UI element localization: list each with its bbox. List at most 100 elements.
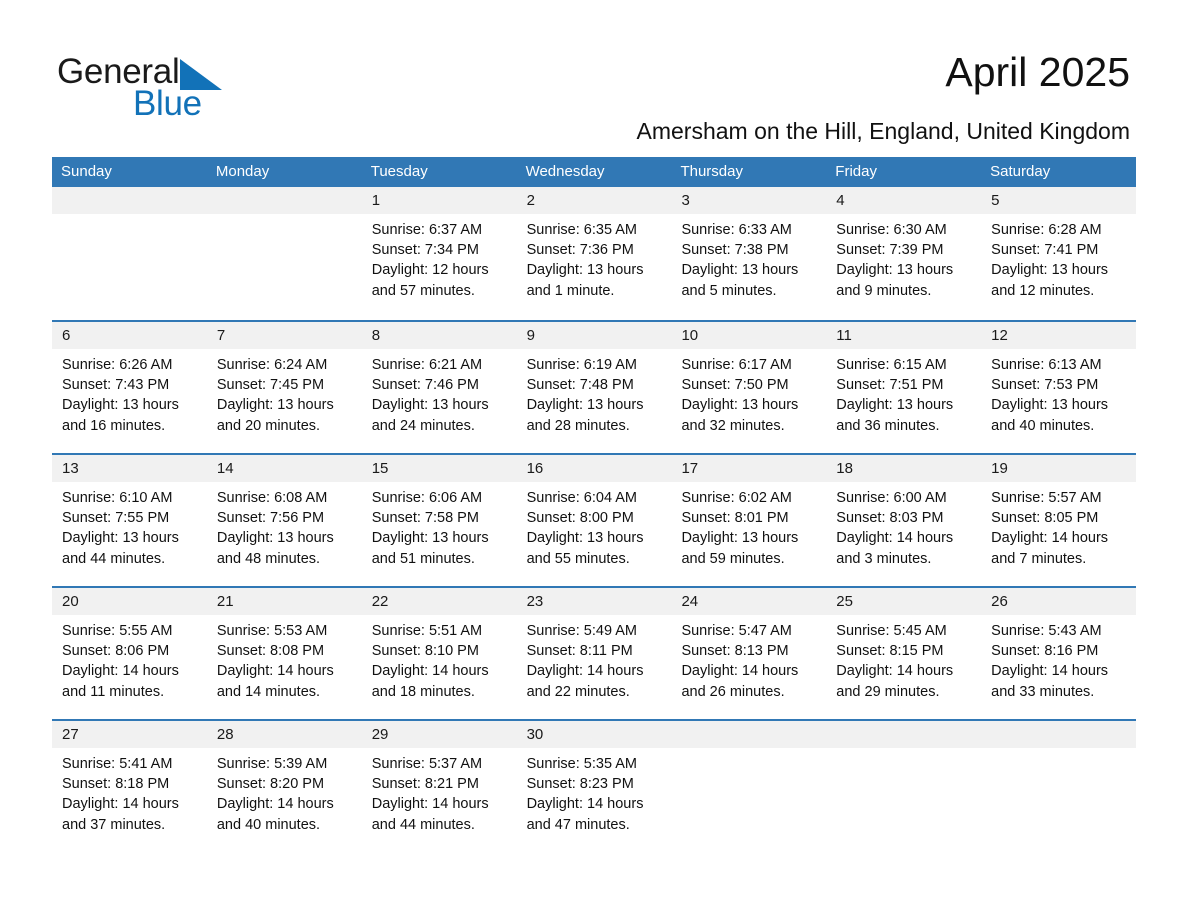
calendar-day-cell[interactable]: 12 Sunrise: 6:13 AM Sunset: 7:53 PM Dayligh… <box>981 322 1137 453</box>
day-number: 4 <box>826 187 982 214</box>
calendar-day-cell[interactable]: 4 Sunrise: 6:30 AM Sunset: 7:39 PM Daylight… <box>826 187 982 320</box>
calendar-day-cell[interactable]: 29 Sunrise: 5:37 AM Sunset: 8:21 PM Dayligh… <box>361 721 517 852</box>
day-number: 27 <box>52 721 207 748</box>
calendar-day-cell[interactable]: 19 Sunrise: 5:57 AM Sunset: 8:05 PM Dayligh… <box>981 455 1137 586</box>
calendar-day-cell[interactable]: 11 Sunrise: 6:15 AM Sunset: 7:51 PM Dayligh… <box>826 322 982 453</box>
daylight-text-line2: and 16 minutes. <box>62 417 166 434</box>
day-details: Sunrise: 5:53 AM Sunset: 8:08 PM Daylight:… <box>207 615 362 702</box>
calendar-day-cell[interactable]: 10 Sunrise: 6:17 AM Sunset: 7:50 PM Dayligh… <box>671 322 827 453</box>
weekday-header-wednesday: Wednesday <box>525 163 605 180</box>
calendar-day-cell[interactable]: 9 Sunrise: 6:19 AM Sunset: 7:48 PM Daylight… <box>516 322 672 453</box>
sunset-text: Sunset: 7:36 PM <box>526 242 634 259</box>
calendar-week-row: 1 Sunrise: 6:37 AM Sunset: 7:34 PM Daylight… <box>52 187 1137 320</box>
calendar-day-cell[interactable]: 16 Sunrise: 6:04 AM Sunset: 8:00 PM Dayligh… <box>516 455 672 586</box>
calendar-day-cell[interactable]: 25 Sunrise: 5:45 AM Sunset: 8:15 PM Dayligh… <box>826 588 982 719</box>
calendar-day-cell[interactable]: 5 Sunrise: 6:28 AM Sunset: 7:41 PM Daylight… <box>981 187 1137 320</box>
daylight-text-line2: and 20 minutes. <box>216 417 321 434</box>
daylight-text-line2: and 18 minutes. <box>371 683 475 700</box>
daylight-text-line2: and 59 minutes. <box>681 550 785 567</box>
sunset-text: Sunset: 7:50 PM <box>681 377 789 394</box>
daylight-text-line2: and 44 minutes. <box>371 816 475 833</box>
day-details: Sunrise: 5:43 AM Sunset: 8:16 PM Daylight:… <box>981 615 1136 702</box>
calendar-day-cell[interactable]: 28 Sunrise: 5:39 AM Sunset: 8:20 PM Dayligh… <box>206 721 362 852</box>
calendar-day-cell[interactable]: 21 Sunrise: 5:53 AM Sunset: 8:08 PM Dayligh… <box>206 588 362 719</box>
daylight-text-line1: Daylight: 13 hours <box>526 262 644 279</box>
sunset-text: Sunset: 8:00 PM <box>526 510 634 527</box>
day-number: 21 <box>206 588 362 615</box>
day-number: 2 <box>516 187 672 214</box>
calendar-day-cell[interactable]: 22 Sunrise: 5:51 AM Sunset: 8:10 PM Dayligh… <box>361 588 517 719</box>
calendar-day-cell[interactable]: 7 Sunrise: 6:24 AM Sunset: 7:45 PM Daylight… <box>206 322 362 453</box>
day-number <box>671 721 827 748</box>
calendar-day-cell-empty <box>671 721 827 852</box>
calendar-day-cell[interactable]: 26 Sunrise: 5:43 AM Sunset: 8:16 PM Dayligh… <box>981 588 1137 719</box>
daylight-text-line2: and 48 minutes. <box>216 550 321 567</box>
weekday-header-monday: Monday <box>215 163 270 180</box>
day-number <box>52 187 207 214</box>
daylight-text-line1: Daylight: 14 hours <box>681 663 799 680</box>
calendar-day-cell[interactable]: 27 Sunrise: 5:41 AM Sunset: 8:18 PM Dayligh… <box>52 721 207 852</box>
day-number: 15 <box>361 455 517 482</box>
sunset-text: Sunset: 8:16 PM <box>991 643 1099 660</box>
day-details: Sunrise: 6:19 AM Sunset: 7:48 PM Daylight:… <box>517 349 672 436</box>
day-details: Sunrise: 6:35 AM Sunset: 7:36 PM Daylight:… <box>517 214 672 301</box>
sunrise-text: Sunrise: 6:06 AM <box>371 490 483 506</box>
day-details: Sunrise: 5:39 AM Sunset: 8:20 PM Daylight:… <box>207 748 362 835</box>
calendar-weeks: 1 Sunrise: 6:37 AM Sunset: 7:34 PM Daylight… <box>52 187 1137 852</box>
sunrise-text: Sunrise: 6:33 AM <box>681 222 792 238</box>
sunrise-text: Sunrise: 6:24 AM <box>216 357 328 373</box>
day-details: Sunrise: 6:28 AM Sunset: 7:41 PM Daylight:… <box>981 214 1136 301</box>
sunset-text: Sunset: 7:53 PM <box>991 377 1099 394</box>
sunrise-text: Sunrise: 6:26 AM <box>62 357 173 373</box>
sunrise-text: Sunrise: 5:47 AM <box>681 623 792 639</box>
day-number: 8 <box>361 322 517 349</box>
daylight-text-line1: Daylight: 14 hours <box>216 663 334 680</box>
day-details: Sunrise: 5:35 AM Sunset: 8:23 PM Daylight:… <box>517 748 672 835</box>
calendar-day-cell[interactable]: 1 Sunrise: 6:37 AM Sunset: 7:34 PM Daylight… <box>361 187 517 320</box>
day-number: 25 <box>826 588 982 615</box>
daylight-text-line1: Daylight: 14 hours <box>216 796 334 813</box>
calendar-week-row: 13 Sunrise: 6:10 AM Sunset: 7:55 PM Dayligh… <box>52 453 1137 586</box>
calendar-day-cell[interactable]: 15 Sunrise: 6:06 AM Sunset: 7:58 PM Dayligh… <box>361 455 517 586</box>
daylight-text-line1: Daylight: 13 hours <box>836 397 954 414</box>
sunset-text: Sunset: 8:05 PM <box>991 510 1099 527</box>
calendar-day-cell[interactable]: 18 Sunrise: 6:00 AM Sunset: 8:03 PM Dayligh… <box>826 455 982 586</box>
calendar-day-cell[interactable]: 30 Sunrise: 5:35 AM Sunset: 8:23 PM Dayligh… <box>516 721 672 852</box>
sunrise-text: Sunrise: 5:35 AM <box>526 756 637 772</box>
sunrise-text: Sunrise: 6:00 AM <box>836 490 947 506</box>
sunrise-text: Sunrise: 5:41 AM <box>62 756 173 772</box>
sunrise-text: Sunrise: 5:49 AM <box>526 623 637 639</box>
day-number: 1 <box>361 187 517 214</box>
calendar-day-cell[interactable]: 23 Sunrise: 5:49 AM Sunset: 8:11 PM Dayligh… <box>516 588 672 719</box>
calendar-day-cell[interactable]: 20 Sunrise: 5:55 AM Sunset: 8:06 PM Dayligh… <box>52 588 207 719</box>
day-details: Sunrise: 5:37 AM Sunset: 8:21 PM Daylight:… <box>362 748 517 835</box>
calendar-day-cell[interactable]: 6 Sunrise: 6:26 AM Sunset: 7:43 PM Daylight… <box>52 322 207 453</box>
daylight-text-line2: and 55 minutes. <box>526 550 630 567</box>
calendar-day-cell[interactable]: 17 Sunrise: 6:02 AM Sunset: 8:01 PM Dayligh… <box>671 455 827 586</box>
general-blue-logo[interactable]: General Blue <box>57 52 317 124</box>
daylight-text-line2: and 22 minutes. <box>526 683 630 700</box>
day-details: Sunrise: 6:21 AM Sunset: 7:46 PM Daylight:… <box>362 349 517 436</box>
sunrise-text: Sunrise: 6:02 AM <box>681 490 792 506</box>
weekday-header-thursday: Thursday <box>680 163 743 180</box>
day-details: Sunrise: 6:17 AM Sunset: 7:50 PM Daylight:… <box>671 349 826 436</box>
day-number: 14 <box>206 455 362 482</box>
weekday-header-row: Sunday Monday Tuesday Wednesday Thursday… <box>52 157 1136 187</box>
weekday-header-friday: Friday <box>835 163 877 180</box>
sunset-text: Sunset: 8:18 PM <box>62 776 170 793</box>
calendar-day-cell[interactable]: 2 Sunrise: 6:35 AM Sunset: 7:36 PM Daylight… <box>516 187 672 320</box>
calendar-day-cell[interactable]: 24 Sunrise: 5:47 AM Sunset: 8:13 PM Dayligh… <box>671 588 827 719</box>
calendar-day-cell[interactable]: 13 Sunrise: 6:10 AM Sunset: 7:55 PM Dayligh… <box>52 455 207 586</box>
logo-bottom-row: Blue <box>133 85 202 123</box>
calendar-day-cell[interactable]: 14 Sunrise: 6:08 AM Sunset: 7:56 PM Dayligh… <box>206 455 362 586</box>
daylight-text-line1: Daylight: 14 hours <box>62 796 179 813</box>
page-header: General Blue April 2025 Amersham on the … <box>0 0 1188 157</box>
day-number: 7 <box>206 322 362 349</box>
calendar-table: Sunday Monday Tuesday Wednesday Thursday… <box>52 157 1137 852</box>
day-details: Sunrise: 6:08 AM Sunset: 7:56 PM Daylight:… <box>207 482 362 569</box>
day-details: Sunrise: 6:26 AM Sunset: 7:43 PM Daylight:… <box>52 349 207 436</box>
day-number: 20 <box>52 588 207 615</box>
calendar-day-cell[interactable]: 3 Sunrise: 6:33 AM Sunset: 7:38 PM Daylight… <box>671 187 827 320</box>
calendar-day-cell[interactable]: 8 Sunrise: 6:21 AM Sunset: 7:46 PM Daylight… <box>361 322 517 453</box>
day-details: Sunrise: 6:06 AM Sunset: 7:58 PM Daylight:… <box>362 482 517 569</box>
